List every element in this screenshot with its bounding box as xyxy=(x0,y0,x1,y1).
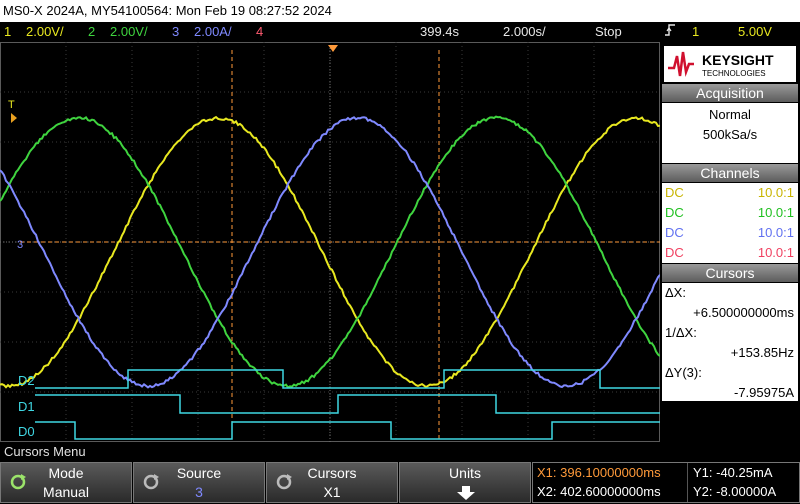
x1-readout: X1: 396.10000000ms xyxy=(537,465,661,480)
ch2-scale[interactable]: 2.00V/ xyxy=(110,22,148,42)
acquisition-panel[interactable]: Normal 500kSa/s xyxy=(662,103,798,163)
waveform-display[interactable]: T 3 D2 D1 D0 xyxy=(0,42,660,442)
channel-row-1: DC 10.0:1 xyxy=(662,183,798,203)
timebase[interactable]: 2.000s/ xyxy=(503,22,546,42)
ch3-scale[interactable]: 2.00A/ xyxy=(194,22,232,42)
source-value: 3 xyxy=(134,484,264,500)
mode-value: Manual xyxy=(1,484,131,500)
down-arrow-icon xyxy=(456,485,476,504)
cursor-lines xyxy=(20,45,660,442)
trigger-point-icon xyxy=(11,113,17,123)
brand-logo: KEYSIGHT TECHNOLOGIES xyxy=(664,46,796,82)
delta-x-value: +6.500000000ms xyxy=(693,303,794,323)
d1-trace xyxy=(35,395,660,413)
cursor-readout: X1: 396.10000000ms X2: 402.60000000ms Y1… xyxy=(532,462,800,503)
sample-rate: 500kSa/s xyxy=(662,125,798,145)
channel-row-4: DC 10.0:1 xyxy=(662,243,798,263)
ch1-scale[interactable]: 2.00V/ xyxy=(26,22,64,42)
channel-row-2: DC 10.0:1 xyxy=(662,203,798,223)
cursors-panel[interactable]: ΔX: +6.500000000ms 1/ΔX: +153.85Hz ΔY(3)… xyxy=(662,283,798,401)
delta-y-label: ΔY(3): xyxy=(665,363,702,383)
inverse-delta-x-value: +153.85Hz xyxy=(731,343,794,363)
digital-label-d0: D0 xyxy=(18,424,35,439)
source-softkey[interactable]: Source 3 xyxy=(133,462,265,503)
delta-x-label: ΔX: xyxy=(665,283,686,303)
ch3-number[interactable]: 3 xyxy=(172,22,179,42)
mode-softkey[interactable]: Mode Manual xyxy=(0,462,132,503)
acquisition-mode: Normal xyxy=(662,105,798,125)
channel-row-3: DC 10.0:1 xyxy=(662,223,798,243)
cursors-header: Cursors xyxy=(662,264,798,282)
svg-text:KEYSIGHT: KEYSIGHT xyxy=(702,52,774,68)
x2-readout: X2: 402.60000000ms xyxy=(537,484,661,499)
y1-readout: Y1: -40.25mA xyxy=(693,465,773,480)
softkey-menu-label: Cursors Menu xyxy=(0,442,800,462)
ch1-number[interactable]: 1 xyxy=(4,22,11,42)
rising-edge-icon xyxy=(664,22,676,44)
info-sidebar: KEYSIGHT TECHNOLOGIES Acquisition Normal… xyxy=(660,42,800,442)
units-title: Units xyxy=(400,465,530,481)
y2-readout: Y2: -8.00000A xyxy=(693,484,776,499)
cursors-title: Cursors xyxy=(267,465,397,481)
ch4-number[interactable]: 4 xyxy=(256,22,263,42)
trigger-level[interactable]: 5.00V xyxy=(738,22,772,42)
time-offset[interactable]: 399.4s xyxy=(420,22,459,42)
window-title: MS0-X 2024A, MY54100564: Mon Feb 19 08:2… xyxy=(0,0,800,22)
cursors-softkey[interactable]: Cursors X1 xyxy=(266,462,398,503)
digital-label-d2: D2 xyxy=(18,373,35,388)
keysight-wave-icon xyxy=(668,52,694,76)
ch3-ground-marker: 3 xyxy=(17,239,23,251)
digital-waveforms xyxy=(35,370,660,439)
svg-text:TECHNOLOGIES: TECHNOLOGIES xyxy=(702,69,766,78)
inverse-delta-x-label: 1/ΔX: xyxy=(665,323,697,343)
units-softkey[interactable]: Units xyxy=(399,462,531,503)
run-state[interactable]: Stop xyxy=(595,22,622,42)
trigger-marker: T xyxy=(8,99,15,111)
mode-title: Mode xyxy=(1,465,131,481)
ch2-number[interactable]: 2 xyxy=(88,22,95,42)
trigger-channel[interactable]: 1 xyxy=(692,22,699,42)
delta-y-value: -7.95975A xyxy=(734,383,794,403)
acquisition-header: Acquisition xyxy=(662,84,798,102)
channels-panel[interactable]: DC 10.0:1 DC 10.0:1 DC 10.0:1 DC 10.0:1 xyxy=(662,183,798,263)
digital-label-d1: D1 xyxy=(18,399,35,414)
cursors-value: X1 xyxy=(267,484,397,500)
channel-status-bar: 1 2.00V/ 2 2.00V/ 3 2.00A/ 4 399.4s 2.00… xyxy=(0,22,800,42)
d0-trace xyxy=(35,422,660,439)
source-title: Source xyxy=(134,465,264,481)
channels-header: Channels xyxy=(662,164,798,182)
